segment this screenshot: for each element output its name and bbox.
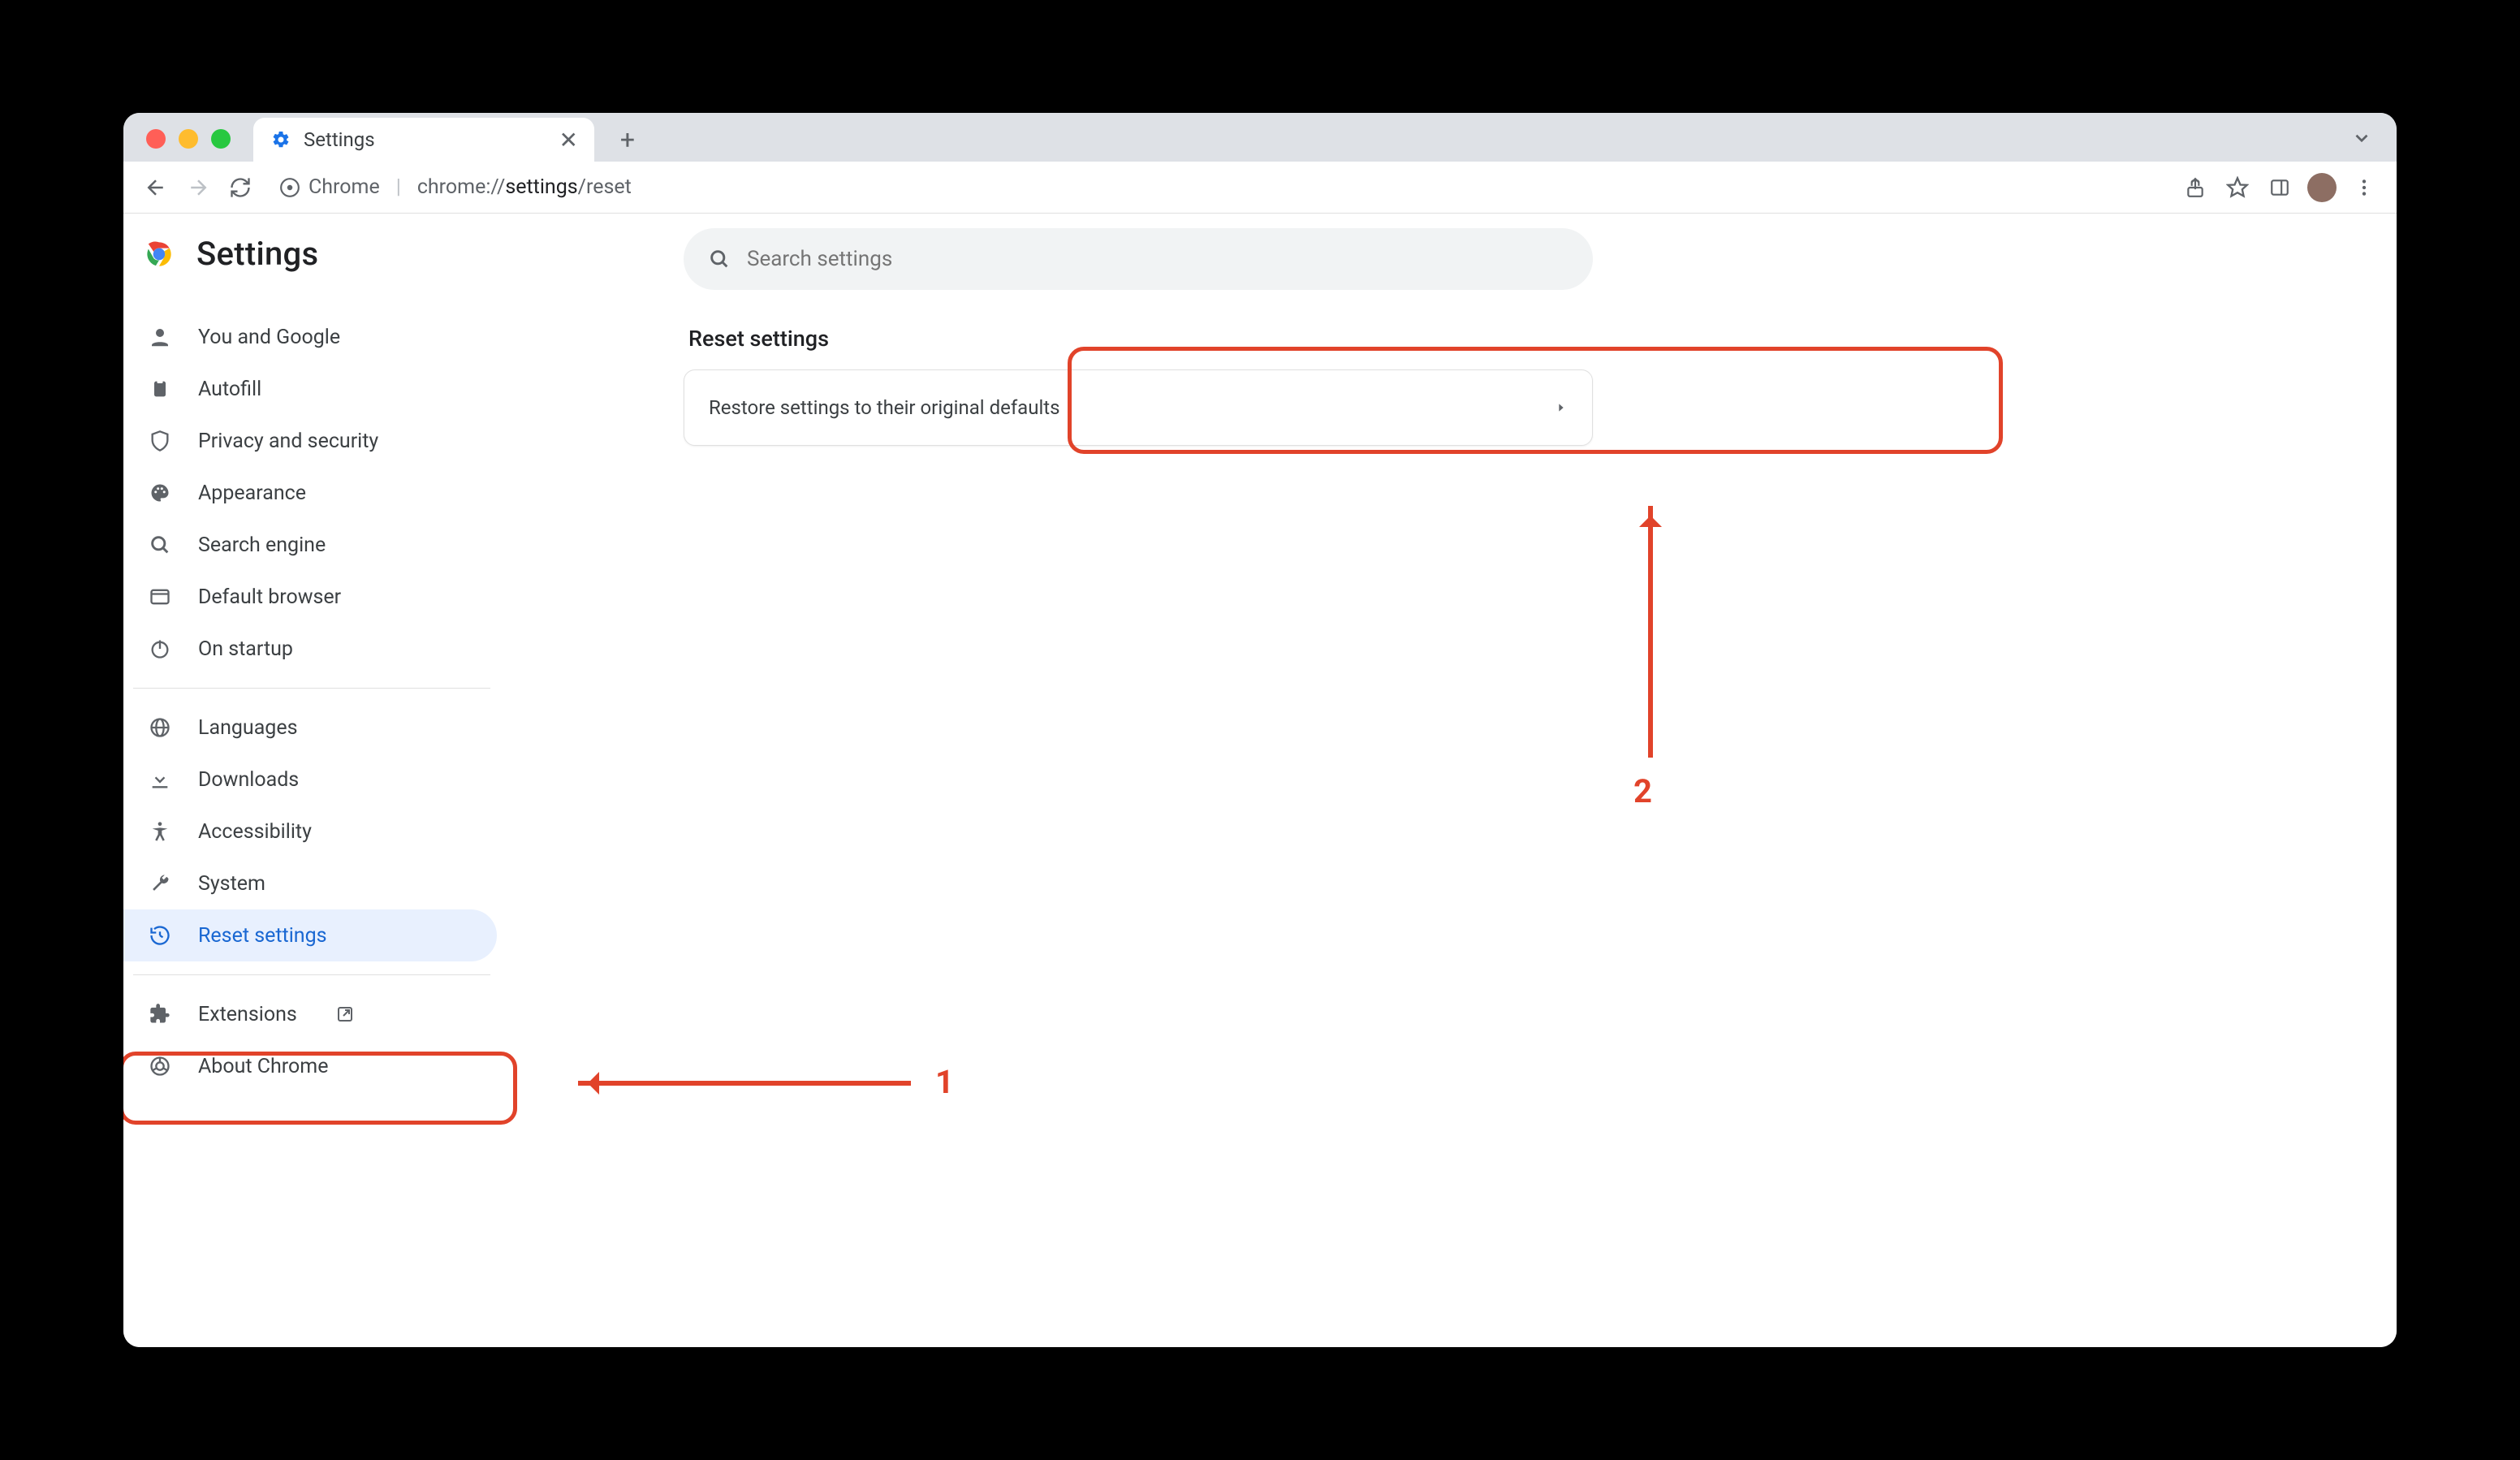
back-button[interactable]: [138, 170, 174, 205]
toolbar: Chrome | chrome://settings/reset: [123, 162, 2397, 214]
annotation-arrow-1: [578, 1081, 911, 1086]
restore-defaults-row[interactable]: Restore settings to their original defau…: [684, 369, 1593, 446]
sidebar-item-label: System: [198, 872, 265, 896]
sidebar-item-label: Downloads: [198, 768, 299, 792]
chrome-icon: [146, 1052, 174, 1080]
browser-tab[interactable]: Settings ✕: [253, 118, 594, 162]
window-controls: [146, 129, 231, 149]
sidebar-item-search-engine[interactable]: Search engine: [123, 519, 497, 571]
annotation-label-1: 1: [935, 1063, 954, 1101]
close-window-button[interactable]: [146, 129, 166, 149]
power-icon: [146, 635, 174, 663]
clipboard-icon: [146, 375, 174, 403]
reload-button[interactable]: [222, 170, 258, 205]
search-settings[interactable]: [684, 228, 1593, 290]
restore-icon: [146, 922, 174, 949]
globe-icon: [146, 714, 174, 741]
sidebar-item-label: Accessibility: [198, 820, 312, 844]
sidebar-item-label: Autofill: [198, 378, 261, 401]
sidebar-item-accessibility[interactable]: Accessibility: [123, 806, 497, 857]
section-title: Reset settings: [688, 326, 2397, 352]
sidebar-divider: [133, 974, 490, 975]
search-icon: [146, 531, 174, 559]
accessibility-icon: [146, 818, 174, 845]
sidebar-item-label: About Chrome: [198, 1055, 328, 1078]
sidebar-item-label: Appearance: [198, 482, 306, 505]
sidebar-item-label: On startup: [198, 637, 293, 661]
sidebar: You and Google Autofill Privacy and secu…: [123, 214, 505, 1347]
download-icon: [146, 766, 174, 793]
settings-header: Settings: [141, 235, 318, 273]
sidebar-item-label: Privacy and security: [198, 430, 378, 453]
browser-icon: [146, 583, 174, 611]
menu-icon[interactable]: [2346, 170, 2382, 205]
chrome-logo-icon: [141, 236, 177, 272]
address-separator: |: [396, 175, 401, 199]
titlebar: Settings ✕ +: [123, 113, 2397, 162]
sidebar-item-label: You and Google: [198, 326, 340, 349]
sidebar-item-autofill[interactable]: Autofill: [123, 363, 497, 415]
new-tab-button[interactable]: +: [609, 121, 646, 158]
sidebar-item-label: Default browser: [198, 585, 341, 609]
main-panel: Reset settings Restore settings to their…: [505, 214, 2397, 1347]
sidebar-item-label: Reset settings: [198, 924, 327, 948]
sidebar-item-system[interactable]: System: [123, 857, 497, 909]
tab-title: Settings: [304, 128, 548, 151]
side-panel-icon[interactable]: [2262, 170, 2298, 205]
sidebar-item-label: Extensions: [198, 1003, 297, 1026]
person-icon: [146, 323, 174, 351]
close-tab-button[interactable]: ✕: [559, 127, 578, 153]
sidebar-item-languages[interactable]: Languages: [123, 702, 497, 754]
minimize-window-button[interactable]: [179, 129, 198, 149]
sidebar-item-downloads[interactable]: Downloads: [123, 754, 497, 806]
maximize-window-button[interactable]: [211, 129, 231, 149]
page-title: Settings: [196, 235, 318, 273]
sidebar-item-you-and-google[interactable]: You and Google: [123, 311, 497, 363]
puzzle-icon: [146, 1000, 174, 1028]
palette-icon: [146, 479, 174, 507]
address-url: chrome://settings/reset: [417, 175, 632, 199]
profile-avatar[interactable]: [2304, 170, 2340, 205]
annotation-arrow-2: [1648, 506, 1653, 758]
site-info-icon[interactable]: Chrome: [279, 175, 380, 199]
tabs-dropdown-button[interactable]: [2351, 127, 2372, 149]
forward-button[interactable]: [180, 170, 216, 205]
sidebar-item-on-startup[interactable]: On startup: [123, 623, 497, 675]
search-input[interactable]: [747, 247, 1569, 271]
bookmark-icon[interactable]: [2220, 170, 2255, 205]
external-link-icon: [331, 1000, 359, 1028]
address-bar[interactable]: Chrome | chrome://settings/reset: [265, 170, 2171, 205]
wrench-icon: [146, 870, 174, 897]
share-icon[interactable]: [2177, 170, 2213, 205]
annotation-label-2: 2: [1633, 772, 1652, 810]
sidebar-item-default-browser[interactable]: Default browser: [123, 571, 497, 623]
sidebar-item-extensions[interactable]: Extensions: [123, 988, 497, 1040]
address-prefix: Chrome: [309, 175, 380, 199]
row-label: Restore settings to their original defau…: [709, 396, 1060, 419]
sidebar-item-about-chrome[interactable]: About Chrome: [123, 1040, 497, 1092]
sidebar-item-reset-settings[interactable]: Reset settings: [123, 909, 497, 961]
sidebar-item-label: Languages: [198, 716, 298, 740]
sidebar-item-appearance[interactable]: Appearance: [123, 467, 497, 519]
content-area: Settings You and Google Autofill Privacy…: [123, 214, 2397, 1347]
sidebar-item-privacy[interactable]: Privacy and security: [123, 415, 497, 467]
gear-icon: [270, 128, 292, 151]
sidebar-item-label: Search engine: [198, 533, 326, 557]
browser-window: Settings ✕ + Chrome | chrome://settings/…: [123, 113, 2397, 1347]
sidebar-divider: [133, 688, 490, 689]
search-icon: [708, 248, 731, 270]
chevron-right-icon: [1555, 401, 1568, 414]
shield-icon: [146, 427, 174, 455]
